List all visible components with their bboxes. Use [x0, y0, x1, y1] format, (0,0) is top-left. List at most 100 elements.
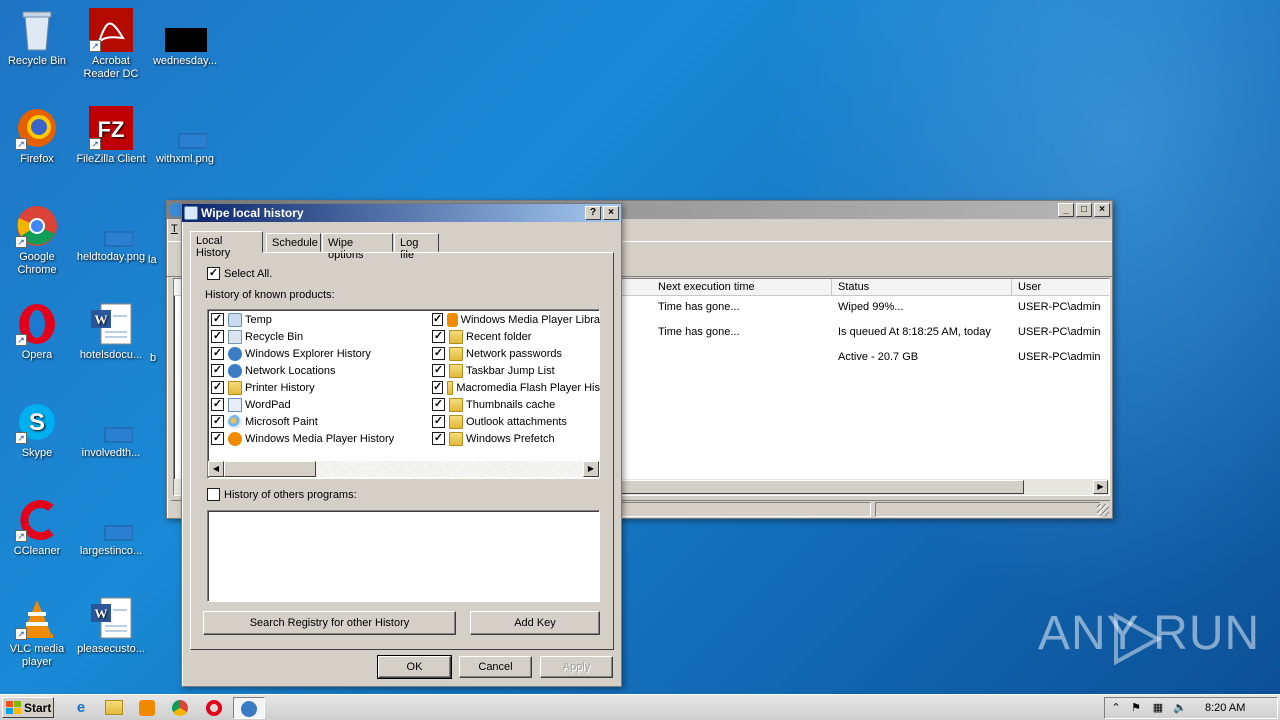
desktop-icon-opera[interactable]: ↗ Opera — [0, 302, 74, 362]
item-checkbox[interactable]: ✓ — [211, 415, 224, 428]
list-item-recycle-bin[interactable]: ✓ Recycle Bin — [211, 328, 303, 345]
list-item-taskbar-jump-list[interactable]: ✓ Taskbar Jump List — [432, 362, 555, 379]
help-button[interactable]: ? — [585, 206, 601, 220]
tab-log-file[interactable]: Log file — [394, 233, 439, 261]
minimize-button[interactable]: _ — [1058, 203, 1074, 217]
flag-icon[interactable]: ⚑ — [1129, 701, 1143, 715]
scroll-right-arrow[interactable]: ▶ — [583, 461, 599, 477]
desktop-icon-hotelsdocu[interactable]: W hotelsdocu... — [74, 302, 148, 362]
resize-grip-icon[interactable] — [1097, 504, 1109, 516]
item-checkbox[interactable]: ✓ — [432, 347, 445, 360]
ok-button[interactable]: OK — [377, 655, 452, 679]
item-checkbox[interactable]: ✓ — [432, 415, 445, 428]
item-checkbox[interactable]: ✓ — [432, 381, 444, 394]
status-bar-panel — [621, 502, 871, 517]
dialog-titlebar[interactable]: Wipe local history ? × — [182, 204, 621, 222]
list-item-explorer-history[interactable]: ✓ Windows Explorer History — [211, 345, 371, 362]
scroll-right-arrow[interactable]: ▶ — [1093, 480, 1108, 494]
horizontal-scrollbar[interactable]: ◀ ▶ — [208, 461, 599, 477]
wipe-local-history-dialog[interactable]: Wipe local history ? × Local History Sch… — [181, 203, 622, 687]
item-checkbox[interactable]: ✓ — [432, 398, 445, 411]
item-checkbox[interactable]: ✓ — [432, 432, 445, 445]
menu-bar: T — [171, 223, 178, 241]
list-item-printer-history[interactable]: ✓ Printer History — [211, 379, 315, 396]
scrollbar-thumb[interactable] — [224, 461, 316, 477]
tab-wipe-options[interactable]: Wipe options — [322, 233, 393, 261]
column-header-next-execution[interactable]: Next execution time — [652, 279, 832, 296]
item-checkbox[interactable]: ✓ — [211, 347, 224, 360]
select-all-checkbox[interactable]: ✓ — [207, 267, 220, 280]
list-item-network-passwords[interactable]: ✓ Network passwords — [432, 345, 562, 362]
explorer-taskbar-icon[interactable] — [105, 700, 123, 715]
list-item-recent-folder[interactable]: ✓ Recent folder — [432, 328, 531, 345]
list-item-ms-paint[interactable]: ✓ Microsoft Paint — [211, 413, 318, 430]
list-item-temp[interactable]: ✓ Temp — [211, 311, 272, 328]
tab-local-history[interactable]: Local History — [190, 231, 263, 259]
tab-schedule[interactable]: Schedule — [266, 233, 321, 252]
desktop-icon-partial-la[interactable]: la — [148, 254, 168, 267]
select-all-row[interactable]: ✓ Select All. — [207, 267, 272, 280]
list-item-outlook-attachments[interactable]: ✓ Outlook attachments — [432, 413, 567, 430]
add-key-button[interactable]: Add Key — [470, 611, 600, 635]
item-checkbox[interactable]: ✓ — [432, 313, 444, 326]
desktop-icon-wednesday[interactable]: wednesday... — [148, 8, 222, 68]
wipe-app-taskbar-button[interactable] — [233, 697, 265, 719]
desktop-icon-withxml[interactable]: withxml.png — [148, 106, 222, 166]
item-checkbox[interactable]: ✓ — [211, 398, 224, 411]
list-item-network-locations[interactable]: ✓ Network Locations — [211, 362, 336, 379]
desktop-icon-partial-b[interactable]: b — [150, 352, 166, 365]
clock[interactable]: 8:20 AM — [1205, 702, 1245, 714]
desktop-icon-skype[interactable]: S ↗ Skype — [0, 400, 74, 460]
list-item-windows-prefetch[interactable]: ✓ Windows Prefetch — [432, 430, 555, 447]
desktop-icon-vlc[interactable]: ↗ VLC media player — [0, 596, 74, 669]
desktop-icon-recycle-bin[interactable]: Recycle Bin — [0, 8, 74, 68]
opera-taskbar-icon[interactable] — [206, 700, 222, 716]
shortcut-arrow-icon: ↗ — [15, 138, 27, 150]
apply-button[interactable]: Apply — [540, 656, 613, 678]
scrollbar-thumb[interactable] — [614, 480, 1024, 494]
item-checkbox[interactable]: ✓ — [432, 364, 445, 377]
network-icon[interactable]: ▦ — [1151, 701, 1165, 715]
start-button[interactable]: Start — [2, 697, 54, 718]
others-programs-checkbox[interactable] — [207, 488, 220, 501]
desktop-icon-involvedth[interactable]: involvedth... — [74, 400, 148, 460]
desktop-icon-firefox[interactable]: ↗ Firefox — [0, 106, 74, 166]
desktop-icon-chrome[interactable]: ↗ Google Chrome — [0, 204, 74, 277]
item-checkbox[interactable]: ✓ — [211, 381, 224, 394]
desktop-icon-largestinco[interactable]: largestinco... — [74, 498, 148, 558]
list-item-wordpad[interactable]: ✓ WordPad — [211, 396, 291, 413]
list-item-flash-player-history[interactable]: ✓ Macromedia Flash Player His — [432, 379, 600, 396]
desktop-icon-pleasecusto[interactable]: W pleasecusto... — [74, 596, 148, 656]
others-programs-row[interactable]: History of others programs: — [207, 488, 357, 501]
desktop-icon-ccleaner[interactable]: ↗ CCleaner — [0, 498, 74, 558]
desktop-icon-acrobat[interactable]: ↗ Acrobat Reader DC — [74, 8, 148, 81]
ie-taskbar-icon[interactable]: e — [72, 699, 90, 717]
others-programs-list[interactable] — [207, 510, 600, 602]
volume-icon[interactable]: 🔈 — [1173, 701, 1187, 715]
close-button[interactable]: × — [603, 206, 619, 220]
search-registry-button[interactable]: Search Registry for other History — [203, 611, 456, 635]
item-checkbox[interactable]: ✓ — [211, 330, 224, 343]
maximize-button[interactable]: □ — [1076, 203, 1092, 217]
item-checkbox[interactable]: ✓ — [432, 330, 445, 343]
known-products-list[interactable]: ✓ Temp ✓ Recycle Bin ✓ Windows Explorer … — [207, 309, 600, 479]
scroll-left-arrow[interactable]: ◀ — [208, 461, 224, 477]
desktop-icon-filezilla[interactable]: FZ ↗ FileZilla Client — [74, 106, 148, 166]
dialog-title: Wipe local history — [201, 206, 304, 220]
column-header-user[interactable]: User — [1012, 279, 1109, 296]
list-item-wmp-library[interactable]: ✓ Windows Media Player Libra — [432, 311, 600, 328]
item-checkbox[interactable]: ✓ — [211, 364, 224, 377]
list-item-thumbnails-cache[interactable]: ✓ Thumbnails cache — [432, 396, 555, 413]
item-checkbox[interactable]: ✓ — [211, 432, 224, 445]
chrome-taskbar-icon[interactable] — [172, 700, 188, 716]
show-hidden-icons-icon[interactable]: ⌃ — [1109, 701, 1123, 715]
column-header-status[interactable]: Status — [832, 279, 1012, 296]
list-item-wmp-history[interactable]: ✓ Windows Media Player History — [211, 430, 394, 447]
close-button[interactable]: × — [1094, 203, 1110, 217]
media-player-taskbar-icon[interactable] — [139, 700, 155, 716]
cancel-button[interactable]: Cancel — [459, 656, 532, 678]
item-checkbox[interactable]: ✓ — [211, 313, 224, 326]
desktop-icon-label: FileZilla Client — [76, 153, 146, 165]
menu-item[interactable]: T — [171, 223, 178, 235]
desktop-icon-heldtoday[interactable]: heldtoday.png — [74, 204, 148, 264]
